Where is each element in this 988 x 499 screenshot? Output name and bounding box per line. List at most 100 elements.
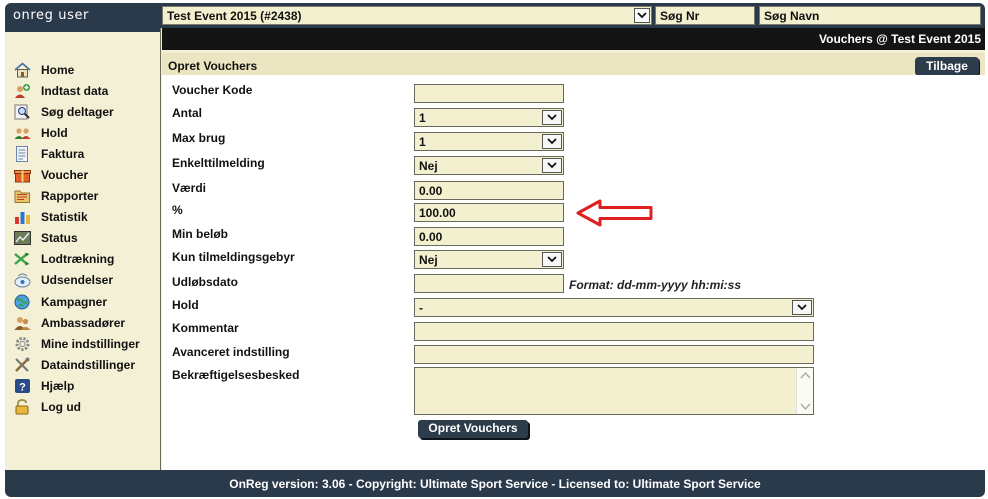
sidebar-item-ambassadoerer[interactable]: Ambassadører <box>14 312 140 333</box>
help-icon: ? <box>14 378 31 394</box>
sidebar-item-label: Udsendelser <box>41 273 114 288</box>
brand-title: onreg user <box>13 8 89 23</box>
sidebar-item-label: Kampagner <box>41 294 108 309</box>
chevron-down-icon[interactable] <box>634 8 650 23</box>
sidebar-item-status[interactable]: Status <box>14 228 140 249</box>
antal-label: Antal <box>172 106 202 120</box>
gear-icon <box>14 336 31 352</box>
back-button[interactable]: Tilbage <box>915 57 979 76</box>
sidebar-item-hjaelp[interactable]: ? Hjælp <box>14 375 140 396</box>
footer: OnReg version: 3.06 - Copyright: Ultimat… <box>5 470 985 497</box>
sidebar-item-label: Hjælp <box>41 378 75 393</box>
hold-select[interactable]: - <box>414 298 814 317</box>
sidebar-item-label: Statistik <box>41 210 88 225</box>
percent-input[interactable]: 100.00 <box>414 203 564 222</box>
sidebar-item-lodtraekning[interactable]: Lodtrækning <box>14 249 140 270</box>
antal-select[interactable]: 1 <box>414 108 564 127</box>
sidebar-item-hold[interactable]: Hold <box>14 122 140 143</box>
sidebar-item-kampagner[interactable]: Kampagner <box>14 291 140 312</box>
enkelttilmelding-value: Nej <box>419 159 438 173</box>
sidebar-item-mine-indstillinger[interactable]: Mine indstillinger <box>14 333 140 354</box>
sidebar-item-label: Voucher <box>41 168 89 183</box>
status-chart-icon <box>14 230 31 246</box>
sidebar-item-voucher[interactable]: Voucher <box>14 164 140 185</box>
sidebar-item-label: Rapporter <box>41 189 99 204</box>
opret-vouchers-button[interactable]: Opret Vouchers <box>418 420 528 438</box>
udloebsdato-input[interactable] <box>414 274 564 293</box>
scroll-arrows-icon <box>800 371 811 411</box>
sidebar-item-udsendelser[interactable]: Udsendelser <box>14 270 140 291</box>
udloebsdato-format-hint: Format: dd-mm-yyyy hh:mi:ss <box>569 278 742 292</box>
sidebar-item-statistik[interactable]: Statistik <box>14 207 140 228</box>
avanceret-indstilling-input[interactable] <box>414 345 814 364</box>
chevron-down-icon[interactable] <box>542 134 562 149</box>
chevron-down-icon[interactable] <box>542 252 562 267</box>
bekraeftigelsesbesked-textarea[interactable] <box>414 367 814 415</box>
event-select[interactable]: Test Event 2015 (#2438) <box>162 6 652 25</box>
sidebar-item-label: Dataindstillinger <box>41 357 136 372</box>
search-name-input[interactable]: Søg Navn <box>759 6 981 25</box>
sidebar-item-indtast-data[interactable]: Indtast data <box>14 80 140 101</box>
vaerdi-label: Værdi <box>172 181 207 195</box>
gift-icon <box>14 167 31 183</box>
broadcast-icon <box>14 272 31 288</box>
sidebar-cap <box>5 28 160 32</box>
sidebar-item-label: Faktura <box>41 146 85 161</box>
footer-text: OnReg version: 3.06 - Copyright: Ultimat… <box>229 477 761 491</box>
voucher-code-input[interactable] <box>414 84 564 103</box>
event-select-value: Test Event 2015 (#2438) <box>167 9 302 23</box>
min-beloeb-input[interactable]: 0.00 <box>414 227 564 246</box>
hold-label: Hold <box>172 298 199 312</box>
vaerdi-input[interactable]: 0.00 <box>414 181 564 200</box>
search-icon <box>14 104 31 120</box>
bekraeftigelsesbesked-label: Bekræftigelsesbesked <box>172 368 300 382</box>
sidebar-item-dataindstillinger[interactable]: Dataindstillinger <box>14 354 140 375</box>
sidebar-item-label: Ambassadører <box>41 315 126 330</box>
panel-header: Opret Vouchers Tilbage <box>162 53 985 76</box>
voucher-form: Voucher Kode Antal 1 Max brug 1 Enkeltti… <box>162 75 985 470</box>
voucher-code-label: Voucher Kode <box>172 83 253 97</box>
sidebar-item-rapporter[interactable]: Rapporter <box>14 186 140 207</box>
sidebar-item-label: Home <box>41 62 75 77</box>
svg-text:?: ? <box>19 381 26 393</box>
max-brug-value: 1 <box>419 135 426 149</box>
sidebar-item-label: Hold <box>41 125 68 140</box>
app-window: onreg user Test Event 2015 (#2438) Søg N… <box>5 3 985 497</box>
max-brug-select[interactable]: 1 <box>414 132 564 151</box>
sidebar-item-label: Status <box>41 231 78 246</box>
sidebar-nav: Home Indtast data Søg deltager Hold Fakt… <box>14 59 140 418</box>
antal-value: 1 <box>419 111 426 125</box>
kun-tilmeldingsgebyr-label: Kun tilmeldingsgebyr <box>172 250 295 264</box>
chevron-down-icon[interactable] <box>542 110 562 125</box>
min-beloeb-value: 0.00 <box>419 230 443 244</box>
search-name-label: Søg Navn <box>764 9 820 23</box>
chevron-down-icon[interactable] <box>792 300 812 315</box>
search-nr-input[interactable]: Søg Nr <box>655 6 755 25</box>
panel-title: Opret Vouchers <box>168 59 258 73</box>
sidebar-item-home[interactable]: Home <box>14 59 140 80</box>
kun-tilmeldingsgebyr-select[interactable]: Nej <box>414 250 564 269</box>
home-icon <box>14 61 31 78</box>
sidebar-item-soeg-deltager[interactable]: Søg deltager <box>14 101 140 122</box>
chevron-down-icon[interactable] <box>542 158 562 173</box>
sidebar-item-label: Søg deltager <box>41 104 114 119</box>
sidebar-item-log-ud[interactable]: Log ud <box>14 397 140 418</box>
udloebsdato-label: Udløbsdato <box>172 275 238 289</box>
max-brug-label: Max brug <box>172 131 226 145</box>
folder-icon <box>14 188 31 204</box>
page-header-strip: Vouchers @ Test Event 2015 <box>162 28 985 50</box>
sidebar-item-label: Mine indstillinger <box>41 336 140 351</box>
enkelttilmelding-select[interactable]: Nej <box>414 156 564 175</box>
sidebar-item-faktura[interactable]: Faktura <box>14 143 140 164</box>
lock-icon <box>14 399 31 415</box>
textarea-scrollbar[interactable] <box>796 368 813 414</box>
add-user-icon <box>14 83 31 99</box>
sidebar-item-label: Log ud <box>41 400 81 415</box>
percent-label: % <box>172 203 183 217</box>
search-nr-label: Søg Nr <box>660 9 700 23</box>
top-bar: onreg user Test Event 2015 (#2438) Søg N… <box>5 3 985 28</box>
kommentar-input[interactable] <box>414 322 814 341</box>
enkelttilmelding-label: Enkelttilmelding <box>172 156 265 170</box>
vaerdi-value: 0.00 <box>419 184 443 198</box>
min-beloeb-label: Min beløb <box>172 227 228 241</box>
